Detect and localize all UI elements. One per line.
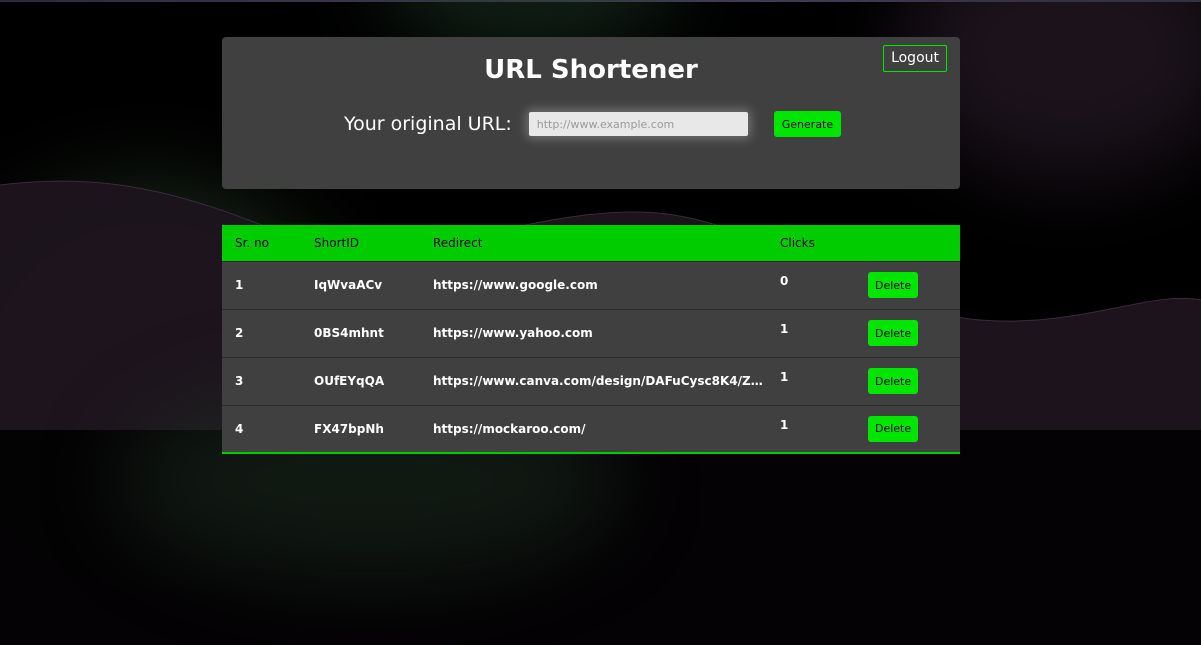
shortener-card: Logout URL Shortener Your original URL: … [222, 37, 960, 189]
table-row: 4 FX47bpNh https://mockaroo.com/ 1 Delet… [222, 405, 960, 453]
cell-short-id: FX47bpNh [314, 421, 384, 436]
cell-sr-no: 4 [235, 421, 244, 436]
table-header-row: Sr. no ShortID Redirect Clicks [222, 225, 960, 261]
url-input[interactable] [528, 112, 748, 136]
url-form: Your original URL: Generate [344, 109, 842, 139]
cell-actions: Delete [855, 357, 960, 405]
url-label: Your original URL: [344, 113, 512, 135]
table-row: 2 0BS4mhnt https://www.yahoo.com 1 Delet… [222, 309, 960, 357]
delete-button[interactable]: Delete [868, 272, 919, 298]
cell-clicks: 1 [780, 369, 789, 384]
cell-redirect: https://www.google.com [433, 278, 598, 292]
cell-short-id: OUfEYqQA [314, 374, 385, 388]
cell-short-id: IqWvaACv [314, 278, 383, 292]
cell-actions: Delete [855, 405, 960, 453]
urls-table: Sr. no ShortID Redirect Clicks 1 IqWvaAC… [222, 225, 960, 454]
cell-redirect: https://www.yahoo.com [433, 326, 593, 340]
cell-clicks: 1 [780, 417, 789, 432]
generate-button[interactable]: Generate [773, 111, 842, 137]
cell-short-id: 0BS4mhnt [314, 326, 384, 340]
cell-actions: Delete [855, 309, 960, 357]
cell-clicks: 1 [780, 321, 789, 336]
table-row: 3 OUfEYqQA https://www.canva.com/design/… [222, 357, 960, 405]
cell-actions: Delete [855, 261, 960, 309]
cell-sr-no: 3 [235, 374, 244, 388]
delete-button[interactable]: Delete [868, 368, 919, 394]
delete-button[interactable]: Delete [868, 415, 919, 442]
column-header-redirect: Redirect [433, 235, 483, 250]
column-header-clicks: Clicks [780, 235, 815, 250]
table-row: 1 IqWvaACv https://www.google.com 0 Dele… [222, 261, 960, 309]
page-title: URL Shortener [484, 55, 698, 85]
column-header-actions [855, 225, 960, 261]
delete-button[interactable]: Delete [868, 320, 919, 346]
cell-sr-no: 1 [235, 278, 244, 292]
column-header-sr-no: Sr. no [235, 235, 270, 250]
cell-clicks: 0 [780, 273, 789, 288]
cell-sr-no: 2 [235, 326, 244, 340]
cell-redirect: https://www.canva.com/design/DAFuCysc8K4… [433, 374, 767, 388]
column-header-short-id: ShortID [314, 235, 359, 250]
cell-redirect: https://mockaroo.com/ [433, 421, 586, 436]
